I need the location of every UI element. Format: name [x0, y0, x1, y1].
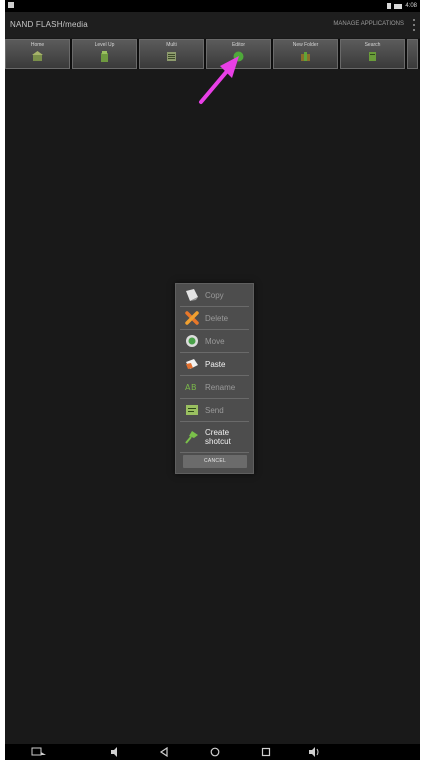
menu-item-delete[interactable]: Delete	[180, 307, 249, 330]
menu-item-rename[interactable]: AB Rename	[180, 376, 249, 399]
level-up-button[interactable]: Level Up	[72, 39, 137, 69]
screenshot-icon[interactable]	[31, 747, 47, 757]
recent-apps-icon[interactable]	[261, 747, 271, 757]
context-menu: Copy Delete Move Paste AB Rename Send Cr…	[175, 283, 254, 474]
status-indicators: 4:08	[387, 3, 417, 9]
editor-button[interactable]: Editor	[206, 39, 271, 69]
volume-up-icon[interactable]	[308, 747, 320, 757]
menu-item-label: Copy	[205, 290, 224, 300]
status-time: 4:08	[405, 3, 417, 9]
multi-button[interactable]: Multi	[139, 39, 204, 69]
status-bar: 4:08	[5, 0, 420, 12]
menu-item-label: Move	[205, 336, 225, 346]
new-folder-button[interactable]: New Folder	[273, 39, 338, 69]
tool-label: Level Up	[94, 42, 115, 48]
menu-item-label: Paste	[205, 359, 226, 369]
menu-item-label: Send	[205, 405, 224, 415]
notification-icon	[8, 2, 14, 8]
multi-select-icon	[167, 52, 176, 61]
menu-item-label: Delete	[205, 313, 229, 323]
navigation-bar	[5, 744, 420, 760]
editor-icon	[233, 51, 244, 62]
rename-icon: AB	[185, 383, 197, 392]
paste-icon	[186, 359, 198, 369]
overflow-menu-icon[interactable]	[412, 19, 416, 31]
back-icon[interactable]	[159, 747, 169, 757]
copy-icon	[186, 289, 198, 301]
toolbar-overflow-tab[interactable]	[407, 39, 418, 69]
signal-icon	[387, 3, 392, 9]
tool-label: Search	[364, 42, 381, 48]
action-bar: NAND FLASH/media MANAGE APPLICATIONS	[5, 12, 420, 38]
search-icon	[369, 52, 376, 61]
manage-applications-button[interactable]: MANAGE APPLICATIONS	[333, 21, 404, 27]
level-up-icon	[101, 51, 108, 62]
svg-text:B: B	[191, 383, 197, 392]
home-button[interactable]: Home	[5, 39, 70, 69]
new-folder-icon	[301, 52, 310, 61]
volume-down-icon[interactable]	[110, 747, 120, 757]
toolbar: Home Level Up Multi Editor New Folder Se…	[5, 39, 420, 69]
cancel-button[interactable]: CANCEL	[183, 455, 247, 468]
menu-item-label: Rename	[205, 382, 236, 392]
menu-item-send[interactable]: Send	[180, 399, 249, 422]
tool-label: Editor	[231, 42, 246, 48]
menu-item-paste[interactable]: Paste	[180, 353, 249, 376]
menu-item-create-shortcut[interactable]: Create shotcut	[180, 422, 249, 453]
screen: 4:08 NAND FLASH/media MANAGE APPLICATION…	[5, 0, 420, 760]
path-title: NAND FLASH/media	[10, 20, 88, 29]
home-icon	[32, 51, 43, 61]
send-icon	[186, 405, 198, 415]
move-icon	[186, 335, 198, 347]
home-nav-icon[interactable]	[210, 747, 220, 757]
tool-label: New Folder	[292, 42, 319, 48]
battery-icon	[394, 3, 403, 9]
menu-item-move[interactable]: Move	[180, 330, 249, 353]
pin-icon	[185, 431, 198, 444]
search-button[interactable]: Search	[340, 39, 405, 69]
menu-item-copy[interactable]: Copy	[180, 284, 249, 307]
delete-icon	[185, 311, 199, 325]
menu-item-label: Create shotcut	[205, 428, 231, 446]
tool-label: Home	[30, 42, 45, 48]
tool-label: Multi	[166, 42, 177, 48]
